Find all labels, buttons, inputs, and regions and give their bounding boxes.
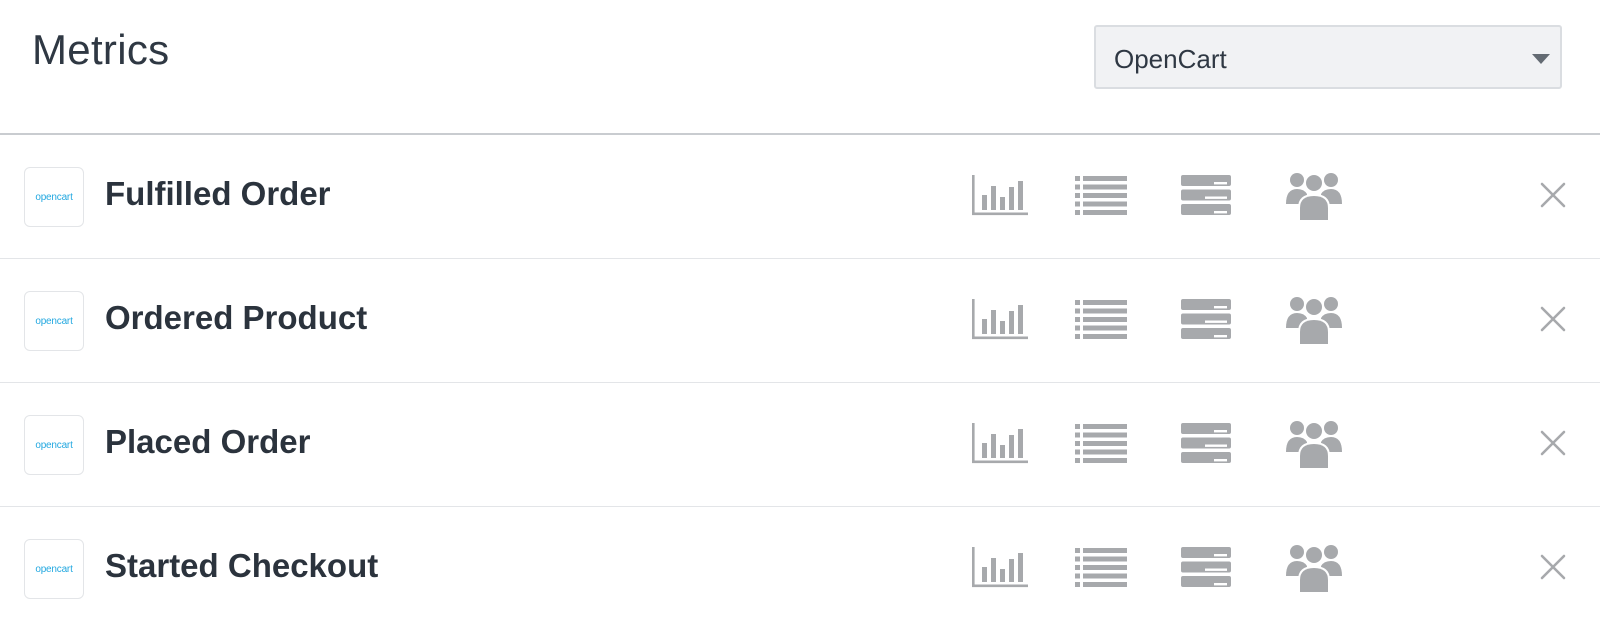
people-icon[interactable] bbox=[1285, 419, 1343, 468]
metric-row[interactable]: opencart Fulfilled Order bbox=[0, 135, 1600, 259]
list-icon[interactable] bbox=[1074, 419, 1128, 467]
opencart-logo: opencart bbox=[24, 415, 84, 475]
list-icon[interactable] bbox=[1074, 295, 1128, 343]
opencart-logo: opencart bbox=[24, 167, 84, 227]
table-icon[interactable] bbox=[1179, 295, 1233, 343]
table-icon[interactable] bbox=[1179, 419, 1233, 467]
opencart-logo: opencart bbox=[24, 291, 84, 351]
close-icon[interactable] bbox=[1536, 543, 1570, 591]
metric-row[interactable]: opencart Ordered Product bbox=[0, 259, 1600, 383]
bar-chart-icon[interactable] bbox=[970, 295, 1030, 343]
bar-chart-icon[interactable] bbox=[970, 171, 1030, 219]
metric-name[interactable]: Fulfilled Order bbox=[105, 175, 331, 213]
integration-select[interactable]: OpenCart bbox=[1094, 25, 1562, 89]
logo-text: opencart bbox=[35, 315, 73, 327]
metric-row[interactable]: opencart Started Checkout bbox=[0, 507, 1600, 627]
chevron-down-icon bbox=[1532, 54, 1550, 64]
integration-select-value: OpenCart bbox=[1114, 44, 1227, 74]
bar-chart-icon[interactable] bbox=[970, 543, 1030, 591]
list-icon[interactable] bbox=[1074, 543, 1128, 591]
metrics-list: opencart Fulfilled Order opencart Ordere… bbox=[0, 135, 1600, 627]
logo-text: opencart bbox=[35, 191, 73, 203]
bar-chart-icon[interactable] bbox=[970, 419, 1030, 467]
list-icon[interactable] bbox=[1074, 171, 1128, 219]
people-icon[interactable] bbox=[1285, 543, 1343, 592]
metric-row[interactable]: opencart Placed Order bbox=[0, 383, 1600, 507]
people-icon[interactable] bbox=[1285, 295, 1343, 344]
metric-name[interactable]: Ordered Product bbox=[105, 299, 367, 337]
page-header: Metrics OpenCart bbox=[0, 0, 1600, 135]
opencart-logo: opencart bbox=[24, 539, 84, 599]
people-icon[interactable] bbox=[1285, 171, 1343, 220]
table-icon[interactable] bbox=[1179, 171, 1233, 219]
logo-text: opencart bbox=[35, 563, 73, 575]
metric-name[interactable]: Started Checkout bbox=[105, 547, 378, 585]
close-icon[interactable] bbox=[1536, 419, 1570, 467]
table-icon[interactable] bbox=[1179, 543, 1233, 591]
page-title: Metrics bbox=[32, 26, 170, 73]
logo-text: opencart bbox=[35, 439, 73, 451]
close-icon[interactable] bbox=[1536, 295, 1570, 343]
metric-name[interactable]: Placed Order bbox=[105, 423, 310, 461]
close-icon[interactable] bbox=[1536, 171, 1570, 219]
